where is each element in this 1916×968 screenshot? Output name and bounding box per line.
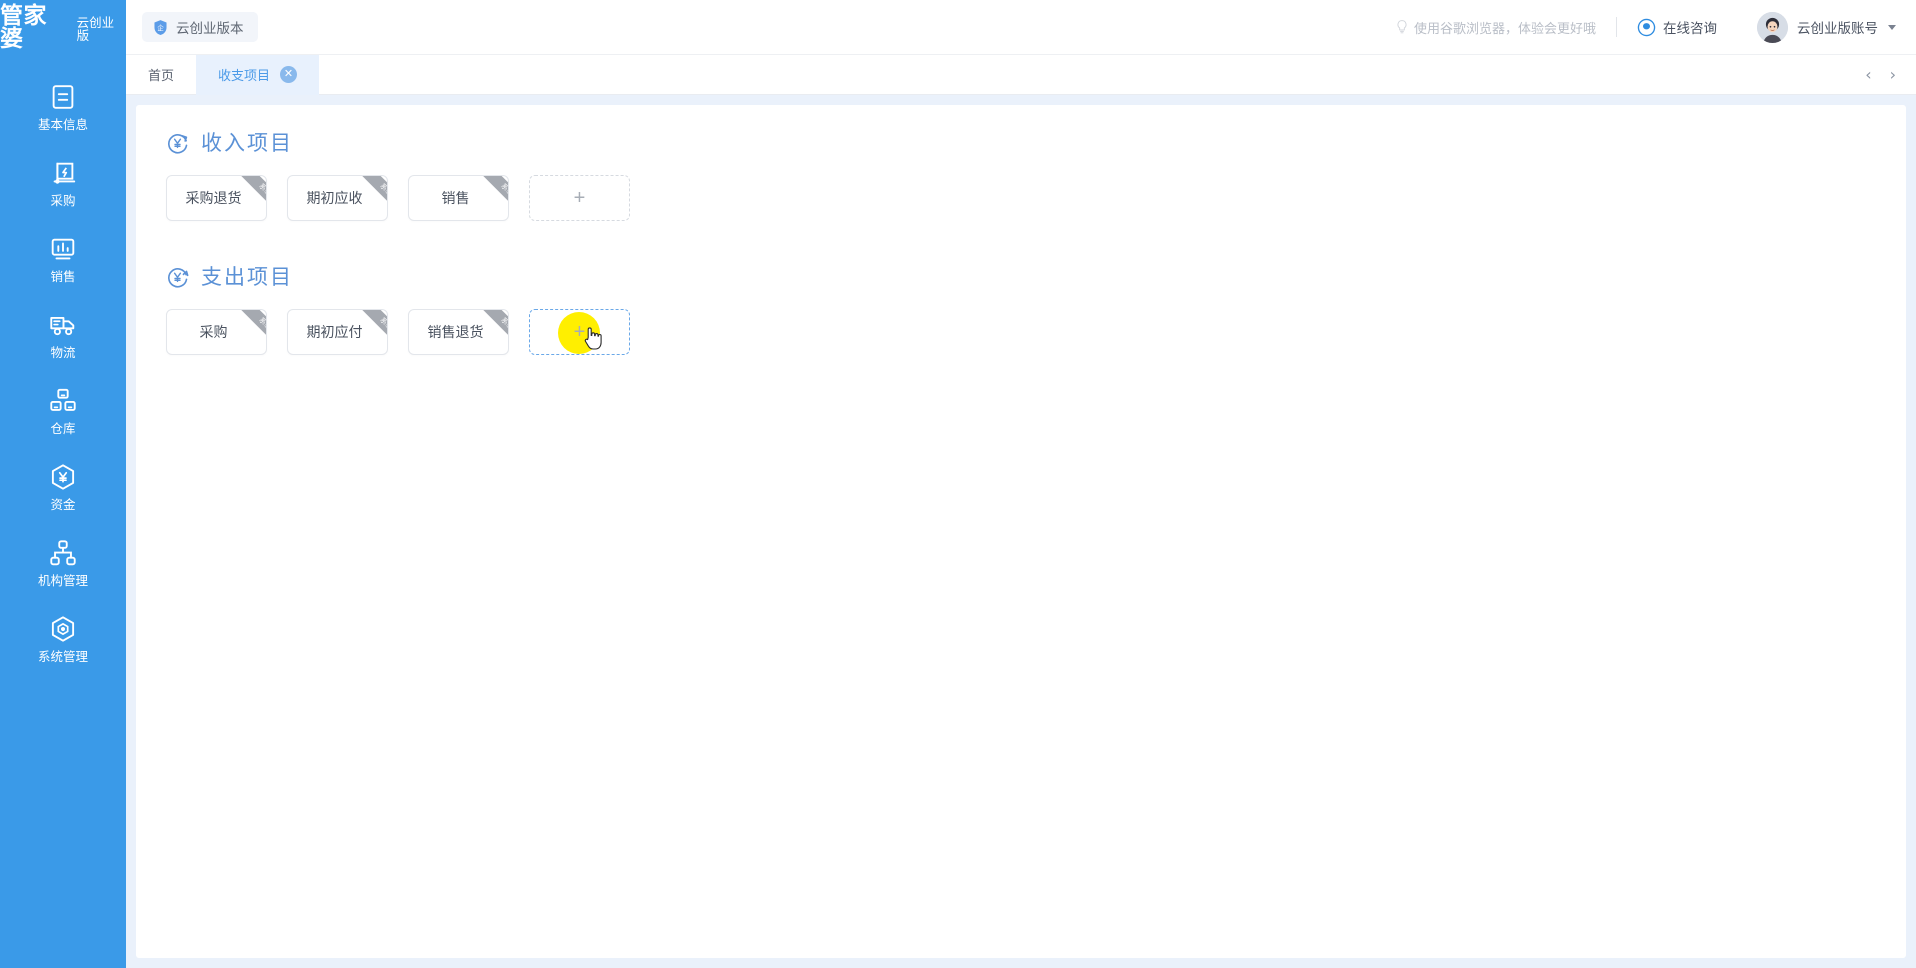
tab-label: 首页 <box>148 68 175 83</box>
sidebar-item-label: 资金 <box>50 498 76 513</box>
expense-section-title: 支出项目 <box>201 266 293 289</box>
add-expense-item-button[interactable]: + <box>529 309 630 355</box>
yuan-circle-out-icon <box>168 267 189 288</box>
shield-icon: 企 <box>154 19 167 35</box>
sidebar-item-basic-info[interactable]: 基本信息 <box>0 69 126 145</box>
purchase-box-icon <box>53 162 76 184</box>
browser-tip-text: 使用谷歌浏览器，体验会更好哦 <box>1413 20 1596 36</box>
plus-icon: + <box>573 187 586 209</box>
sidebar-item-label: 仓库 <box>50 422 76 437</box>
brand-edition: 云创业版 <box>76 16 115 43</box>
version-badge-label: 云创业版本 <box>176 21 244 36</box>
org-tree-icon <box>50 540 76 566</box>
add-income-item-button[interactable]: + <box>529 175 630 221</box>
user-avatar <box>1757 11 1788 43</box>
hexagon-gear-icon <box>51 616 75 642</box>
sidebar-item-label: 采购 <box>50 194 76 209</box>
tab-label: 收支项目 <box>218 68 271 83</box>
expense-section: 支出项目 采购 系统 期初应付 系统 销售退货 系统 + <box>162 261 1880 355</box>
account-menu[interactable]: 云创业版账号 <box>1757 11 1896 43</box>
income-section-header: 收入项目 <box>166 127 1880 157</box>
svg-text:企: 企 <box>157 22 164 31</box>
income-item-card[interactable]: 采购退货 系统 <box>166 175 267 221</box>
expense-item-label: 期初应付 <box>306 324 363 340</box>
tab-home[interactable]: 首页 <box>126 55 196 95</box>
warehouse-boxes-icon <box>50 389 76 412</box>
system-ribbon-label: 系统 <box>474 176 508 220</box>
browser-tip: 使用谷歌浏览器，体验会更好哦 <box>1395 18 1596 37</box>
version-badge[interactable]: 企 云创业版本 <box>142 12 258 42</box>
monitor-chart-icon <box>51 238 75 260</box>
online-consult-label: 在线咨询 <box>1663 21 1717 36</box>
document-list-icon <box>52 85 74 109</box>
sidebar-item-org-management[interactable]: 机构管理 <box>0 525 126 601</box>
sidebar-item-warehouse[interactable]: 仓库 <box>0 373 126 449</box>
sidebar-item-label: 基本信息 <box>37 118 88 133</box>
expense-card-row: 采购 系统 期初应付 系统 销售退货 系统 + <box>162 309 1880 355</box>
income-item-label: 期初应收 <box>306 190 363 206</box>
chat-bubble-icon <box>1637 18 1656 36</box>
content-area: 收入项目 采购退货 系统 期初应收 系统 销售 系统 + 支出项目 采购 系统 … <box>126 95 1916 968</box>
plus-icon: + <box>573 321 586 343</box>
sidebar-item-purchase[interactable]: 采购 <box>0 145 126 221</box>
expense-item-card[interactable]: 期初应付 系统 <box>287 309 388 355</box>
header-actions: 使用谷歌浏览器，体验会更好哦 在线咨询 云创业版账号 <box>1395 0 1916 55</box>
income-item-label: 销售 <box>441 190 470 206</box>
sidebar-item-logistics[interactable]: 物流 <box>0 297 126 373</box>
sidebar-item-label: 销售 <box>50 270 76 285</box>
sidebar-item-sales[interactable]: 销售 <box>0 221 126 297</box>
income-expense-panel: 收入项目 采购退货 系统 期初应收 系统 销售 系统 + 支出项目 采购 系统 … <box>136 105 1906 958</box>
expense-item-card[interactable]: 销售退货 系统 <box>408 309 509 355</box>
system-ribbon-label: 系统 <box>232 310 266 354</box>
expense-item-label: 采购 <box>199 324 228 340</box>
top-header: 管家婆 云创业版 企 云创业版本 使用谷歌浏览器，体验会更好哦 在线咨询 云创业… <box>0 0 1916 55</box>
account-label: 云创业版账号 <box>1797 21 1878 36</box>
sidebar-item-funds[interactable]: 资金 <box>0 449 126 525</box>
sidebar-nav: 基本信息 采购 销售 物流 仓库 资金 机构管理 系统管理 <box>0 55 126 968</box>
expense-item-card[interactable]: 采购 系统 <box>166 309 267 355</box>
close-icon[interactable]: ✕ <box>280 66 298 83</box>
income-item-card[interactable]: 销售 系统 <box>408 175 509 221</box>
online-consult-button[interactable]: 在线咨询 <box>1637 17 1717 37</box>
chevron-left-icon[interactable]: ‹ <box>1865 66 1871 83</box>
income-section: 收入项目 采购退货 系统 期初应收 系统 销售 系统 + <box>162 127 1880 221</box>
tab-scroll-controls: ‹ › <box>1865 66 1916 83</box>
expense-section-header: 支出项目 <box>166 261 1880 291</box>
yuan-circle-in-icon <box>168 133 188 154</box>
brand-logo[interactable]: 管家婆 云创业版 <box>0 0 126 55</box>
income-section-title: 收入项目 <box>201 132 293 155</box>
hexagon-yuan-icon <box>51 464 75 490</box>
income-card-row: 采购退货 系统 期初应收 系统 销售 系统 + <box>162 175 1880 221</box>
truck-icon <box>50 317 75 336</box>
expense-item-label: 销售退货 <box>427 324 484 340</box>
header-divider <box>1616 17 1617 37</box>
bulb-icon <box>1397 20 1407 34</box>
chevron-down-icon <box>1888 24 1896 30</box>
sidebar-item-label: 机构管理 <box>37 574 88 589</box>
income-item-card[interactable]: 期初应收 系统 <box>287 175 388 221</box>
sidebar-item-label: 系统管理 <box>37 650 88 665</box>
tab-income-expense-items[interactable]: 收支项目 ✕ <box>196 54 320 95</box>
brand-name: 管家婆 <box>0 2 47 51</box>
income-item-label: 采购退货 <box>185 190 242 206</box>
sidebar-item-system-management[interactable]: 系统管理 <box>0 601 126 677</box>
chevron-right-icon[interactable]: › <box>1890 66 1896 83</box>
sidebar-item-label: 物流 <box>50 346 76 361</box>
tab-strip: 首页 收支项目 ✕ ‹ › <box>126 54 1916 95</box>
